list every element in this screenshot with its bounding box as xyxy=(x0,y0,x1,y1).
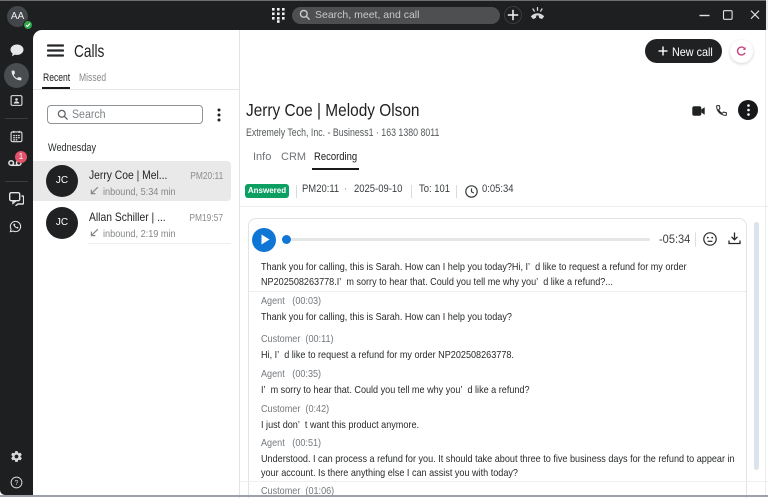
svg-text:?: ? xyxy=(15,480,19,487)
